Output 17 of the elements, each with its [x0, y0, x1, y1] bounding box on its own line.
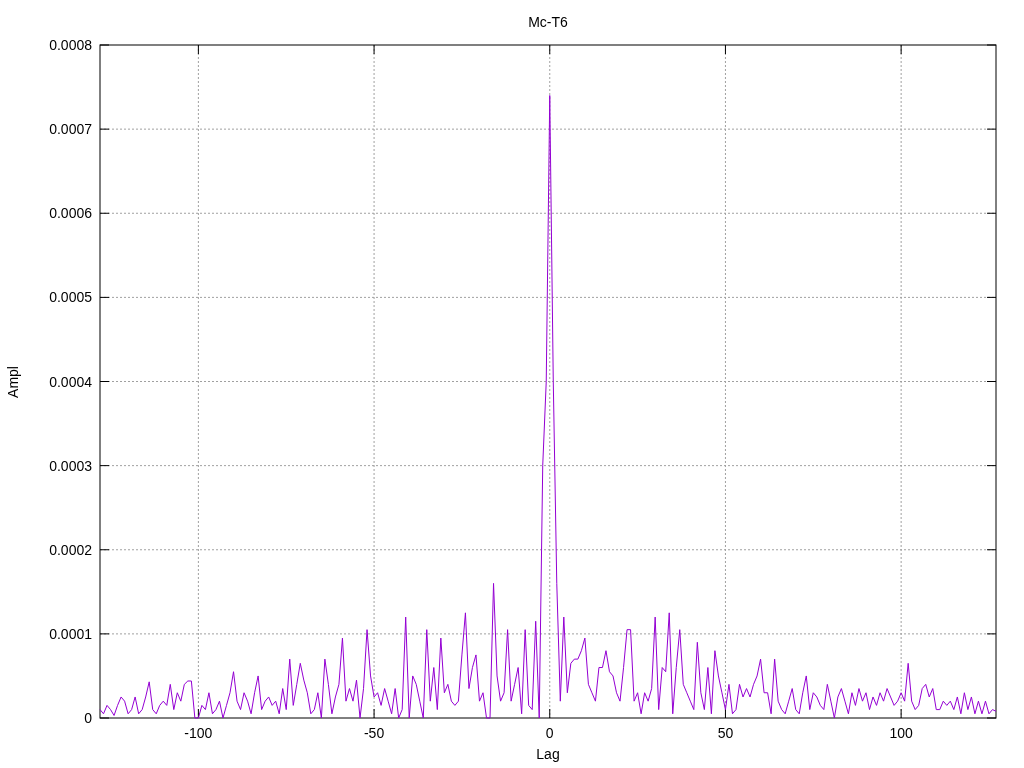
y-axis-label: Ampl — [5, 366, 21, 398]
y-tick-label: 0 — [84, 710, 92, 726]
y-tick-label: 0.0008 — [49, 37, 92, 53]
x-tick-label: -50 — [363, 725, 385, 741]
y-tick-label: 0.0001 — [49, 625, 92, 642]
x-tick-label: 0 — [545, 725, 554, 741]
y-tick-label: 0.0002 — [49, 541, 92, 558]
y-tick-label: 0.0006 — [49, 205, 92, 222]
x-tick-label: 50 — [717, 725, 734, 741]
y-tick-label: 0.0007 — [49, 121, 92, 138]
y-tick-label: 0.0003 — [49, 457, 92, 474]
x-axis-label: Lag — [536, 746, 560, 762]
chart-title: Mc-T6 — [528, 14, 568, 30]
x-tick-label: 100 — [889, 725, 913, 741]
y-tick-label: 0.0004 — [49, 373, 92, 390]
y-tick-label: 0.0005 — [49, 289, 92, 306]
x-tick-label: -100 — [184, 725, 213, 741]
